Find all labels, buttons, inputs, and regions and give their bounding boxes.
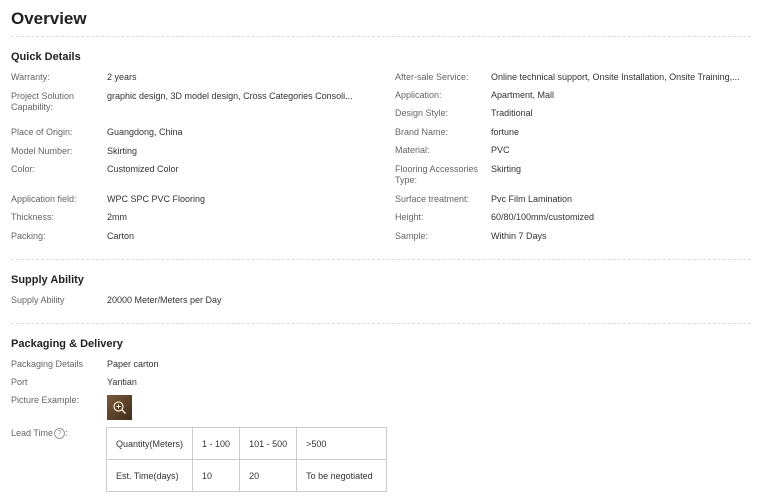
table-cell: 101 - 500 bbox=[239, 427, 298, 460]
flooring-accessories-type-label: Flooring Accessories Type: bbox=[395, 164, 479, 185]
table-row: Est. Time(days) 10 20 To be negotiated bbox=[105, 459, 388, 492]
color-value: Customized Color bbox=[107, 164, 179, 174]
thickness-label: Thickness: bbox=[11, 212, 55, 222]
design-style-label: Design Style: bbox=[395, 108, 449, 118]
surface-treatment-value: Pvc Film Lamination bbox=[491, 194, 573, 204]
application-field-label: Application field: bbox=[11, 194, 77, 204]
lead-time-table: Quantity(Meters) 1 - 100 101 - 500 >500 … bbox=[105, 427, 388, 492]
table-cell: Est. Time(days) bbox=[105, 459, 194, 492]
warranty-value: 2 years bbox=[107, 72, 137, 82]
table-cell: 10 bbox=[192, 459, 241, 492]
product-overview: Overview Quick Details Warranty: 2 years… bbox=[0, 0, 758, 500]
packaging-details-label: Packaging Details bbox=[11, 359, 84, 369]
height-label: Height: bbox=[395, 212, 424, 222]
section-quick-details: Quick Details bbox=[11, 51, 81, 63]
warranty-label: Warranty: bbox=[11, 72, 50, 82]
sample-value: Within 7 Days bbox=[491, 231, 547, 241]
port-value: Yantian bbox=[107, 377, 137, 387]
packing-label: Packing: bbox=[11, 231, 46, 241]
lead-time-label: Lead Time bbox=[11, 428, 54, 438]
project-solution-value: graphic design, 3D model design, Cross C… bbox=[107, 91, 353, 101]
section-supply-ability: Supply Ability bbox=[11, 274, 84, 286]
model-number-value: Skirting bbox=[107, 146, 138, 156]
divider bbox=[11, 36, 751, 37]
table-cell: >500 bbox=[296, 427, 388, 460]
material-value: PVC bbox=[491, 145, 510, 155]
section-packaging-delivery: Packaging & Delivery bbox=[11, 338, 123, 350]
height-value: 60/80/100mm/customized bbox=[491, 212, 595, 222]
table-cell: To be negotiated bbox=[296, 459, 388, 492]
application-value: Apartment, Mall bbox=[491, 90, 555, 100]
table-row: Quantity(Meters) 1 - 100 101 - 500 >500 bbox=[105, 427, 388, 460]
help-icon[interactable]: ? bbox=[54, 428, 66, 440]
table-cell: 1 - 100 bbox=[192, 427, 241, 460]
color-label: Color: bbox=[11, 164, 36, 174]
design-style-value: Traditional bbox=[491, 108, 533, 118]
page-title: Overview bbox=[11, 9, 87, 28]
divider bbox=[11, 259, 751, 260]
picture-example-label: Picture Example: bbox=[11, 395, 80, 405]
model-number-label: Model Number: bbox=[11, 146, 73, 156]
picture-example-thumbnail[interactable] bbox=[107, 395, 132, 420]
brand-name-label: Brand Name: bbox=[395, 127, 449, 137]
material-label: Material: bbox=[395, 145, 430, 155]
after-sale-service-value: Online technical support, Onsite Install… bbox=[491, 72, 740, 82]
application-field-value: WPC SPC PVC Flooring bbox=[107, 194, 206, 204]
packaging-details-value: Paper carton bbox=[107, 359, 159, 369]
flooring-accessories-type-value: Skirting bbox=[491, 164, 522, 174]
supply-ability-label: Supply Ability bbox=[11, 295, 65, 305]
place-of-origin-label: Place of Origin: bbox=[11, 127, 73, 137]
table-cell: 20 bbox=[239, 459, 298, 492]
after-sale-service-label: After-sale Service: bbox=[395, 72, 469, 82]
port-label: Port bbox=[11, 377, 28, 387]
brand-name-value: fortune bbox=[491, 127, 520, 137]
project-solution-label: Project Solution Capability: bbox=[11, 91, 75, 112]
table-cell: Quantity(Meters) bbox=[105, 427, 194, 460]
divider bbox=[11, 323, 751, 324]
sample-label: Sample: bbox=[395, 231, 429, 241]
place-of-origin-value: Guangdong, China bbox=[107, 127, 183, 137]
application-label: Application: bbox=[395, 90, 442, 100]
zoom-icon bbox=[113, 401, 127, 415]
lead-time-label-wrap: Lead Time?: bbox=[11, 428, 68, 440]
surface-treatment-label: Surface treatment: bbox=[395, 194, 470, 204]
supply-ability-value: 20000 Meter/Meters per Day bbox=[107, 295, 222, 305]
thickness-value: 2mm bbox=[107, 212, 127, 222]
packing-value: Carton bbox=[107, 231, 135, 241]
